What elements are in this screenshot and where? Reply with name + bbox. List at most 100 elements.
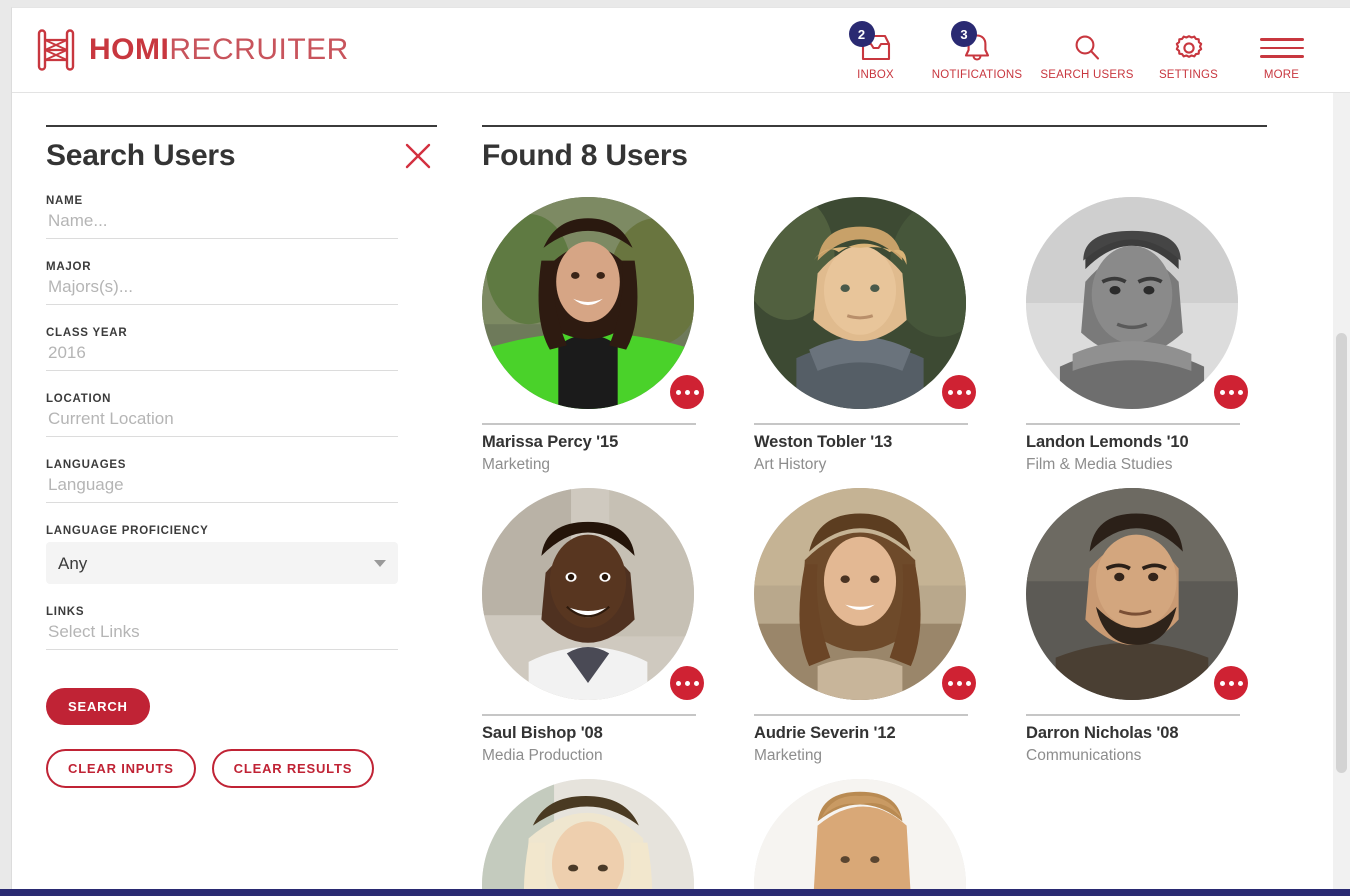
photo-young-man-blond xyxy=(754,197,966,409)
user-card[interactable]: Marissa Percy '15 Marketing xyxy=(482,197,754,474)
ellipsis-more-icon[interactable] xyxy=(1214,375,1248,409)
field-major: MAJOR xyxy=(46,261,398,305)
user-card[interactable] xyxy=(754,779,1026,896)
nav-label-search-users: SEARCH USERS xyxy=(1040,69,1134,81)
user-card[interactable]: Saul Bishop '08 Media Production xyxy=(482,488,754,765)
close-x-icon[interactable] xyxy=(403,141,433,171)
bell-icon-wrap: 3 xyxy=(951,21,993,66)
major-input[interactable] xyxy=(46,276,398,305)
field-label-links: LINKS xyxy=(46,606,85,618)
gear-icon xyxy=(1175,35,1202,58)
card-rule xyxy=(482,423,696,425)
links-input[interactable] xyxy=(46,621,398,650)
class-year-input[interactable] xyxy=(46,342,398,371)
nav-item-settings[interactable]: SETTINGS xyxy=(1142,24,1235,81)
clear-inputs-button[interactable]: CLEAR INPUTS xyxy=(46,749,196,788)
name-input[interactable] xyxy=(46,210,398,239)
field-label-name: NAME xyxy=(46,195,83,207)
field-class-year: CLASS YEAR xyxy=(46,327,398,371)
header-nav: 2 INBOX 3 NOTIFICATIONS SEARCH USERS SET… xyxy=(829,21,1328,81)
notifications-badge: 3 xyxy=(951,21,977,47)
photo-man-beanie-bw xyxy=(1026,197,1238,409)
panel-top-rule xyxy=(46,125,437,127)
user-major: Marketing xyxy=(482,456,551,473)
hamburger-menu-icon xyxy=(1259,38,1304,58)
search-button[interactable]: SEARCH xyxy=(46,688,150,725)
photo-blonde-woman-partial xyxy=(482,779,694,896)
clear-button-row: CLEAR INPUTS CLEAR RESULTS xyxy=(46,749,472,788)
user-card[interactable]: Darron Nicholas '08 Communications xyxy=(1026,488,1298,765)
avatar-wrap xyxy=(1026,197,1248,409)
brand-wordmark: HOMIRECRUITER xyxy=(89,35,349,65)
avatar xyxy=(1026,488,1238,700)
panel-title: Search Users xyxy=(46,139,236,172)
inbox-icon-wrap: 2 xyxy=(848,21,893,66)
photo-woman-outdoors xyxy=(754,488,966,700)
scrollbar-thumb[interactable] xyxy=(1336,333,1347,773)
panel-header: Search Users xyxy=(46,139,437,173)
inbox-badge: 2 xyxy=(848,21,875,47)
user-card[interactable]: Audrie Severin '12 Marketing xyxy=(754,488,1026,765)
user-major: Communications xyxy=(1026,747,1142,764)
card-rule xyxy=(1026,423,1240,425)
photo-man-beard xyxy=(1026,488,1238,700)
ellipsis-more-icon[interactable] xyxy=(670,375,704,409)
user-name: Landon Lemonds '10 xyxy=(1026,433,1189,451)
user-major: Media Production xyxy=(482,747,603,764)
avatar-wrap xyxy=(754,779,966,896)
field-label-class-year: CLASS YEAR xyxy=(46,327,128,339)
vertical-scrollbar[interactable] xyxy=(1333,93,1350,896)
brand-name-bold: HOMI xyxy=(89,33,170,66)
avatar xyxy=(1026,197,1238,409)
user-card[interactable] xyxy=(482,779,754,896)
nav-item-inbox[interactable]: 2 INBOX xyxy=(829,21,922,81)
field-label-language-proficiency: LANGUAGE PROFICIENCY xyxy=(46,525,209,537)
field-languages: LANGUAGES xyxy=(46,459,398,503)
magnifier-icon xyxy=(1075,35,1100,60)
search-icon-wrap xyxy=(1071,30,1103,66)
photo-woman-green-top xyxy=(482,197,694,409)
content-area: Search Users NAME MAJOR CLASS YEAR LOCAT… xyxy=(12,93,1350,896)
app-window: HOMIRECRUITER 2 INBOX 3 NOTIFICATIONS SE… xyxy=(11,7,1350,896)
results-panel: Found 8 Users Marissa Percy '15 Marketin… xyxy=(472,93,1350,896)
search-users-panel: Search Users NAME MAJOR CLASS YEAR LOCAT… xyxy=(12,93,472,896)
ellipsis-more-icon[interactable] xyxy=(670,666,704,700)
user-name: Darron Nicholas '08 xyxy=(1026,724,1179,742)
card-rule xyxy=(754,423,968,425)
homi-weave-logo-icon xyxy=(37,29,75,71)
ellipsis-more-icon[interactable] xyxy=(942,375,976,409)
nav-item-notifications[interactable]: 3 NOTIFICATIONS xyxy=(922,21,1032,81)
user-major: Marketing xyxy=(754,747,823,764)
user-name: Audrie Severin '12 xyxy=(754,724,896,742)
avatar-wrap xyxy=(754,488,976,700)
avatar xyxy=(754,779,966,896)
gear-icon-wrap xyxy=(1173,30,1205,66)
clear-results-button[interactable]: CLEAR RESULTS xyxy=(211,749,375,788)
nav-label-settings: SETTINGS xyxy=(1158,69,1219,81)
ellipsis-more-icon[interactable] xyxy=(1214,666,1248,700)
hamburger-icon-wrap xyxy=(1259,30,1304,66)
user-card[interactable]: Weston Tobler '13 Art History xyxy=(754,197,1026,474)
languages-input[interactable] xyxy=(46,474,398,503)
language-proficiency-select[interactable]: Any xyxy=(46,542,398,584)
brand-name-light: RECRUITER xyxy=(169,33,349,66)
card-rule xyxy=(482,714,696,716)
user-name: Weston Tobler '13 xyxy=(754,433,893,451)
field-label-languages: LANGUAGES xyxy=(46,459,127,471)
brand-logo[interactable]: HOMIRECRUITER xyxy=(36,29,349,71)
field-location: LOCATION xyxy=(46,393,398,437)
results-top-rule xyxy=(482,125,1267,127)
nav-label-inbox: INBOX xyxy=(857,69,894,81)
location-input[interactable] xyxy=(46,408,398,437)
field-label-major: MAJOR xyxy=(46,261,92,273)
avatar-wrap xyxy=(482,197,704,409)
language-proficiency-select-wrap: Any xyxy=(46,542,398,584)
nav-item-more[interactable]: MORE xyxy=(1235,24,1328,81)
user-card[interactable]: Landon Lemonds '10 Film & Media Studies xyxy=(1026,197,1298,474)
card-rule xyxy=(754,714,968,716)
avatar xyxy=(482,779,694,896)
nav-item-search-users[interactable]: SEARCH USERS xyxy=(1032,24,1142,81)
avatar xyxy=(754,488,966,700)
ellipsis-more-icon[interactable] xyxy=(942,666,976,700)
user-name: Saul Bishop '08 xyxy=(482,724,603,742)
